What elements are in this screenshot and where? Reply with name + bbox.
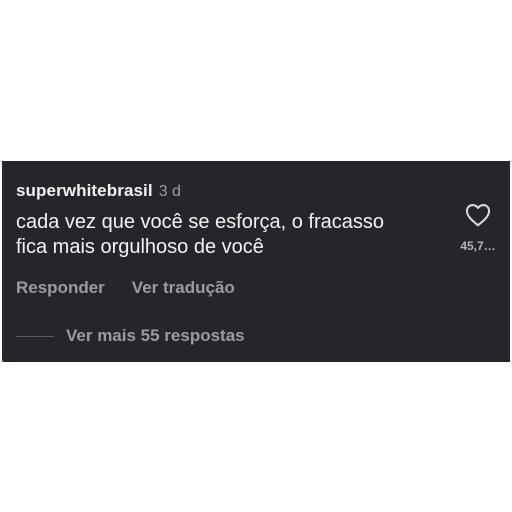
view-more-replies-label: Ver mais 55 respostas <box>66 326 245 345</box>
comment-text-line: cada vez que você se esforça, o fracasso <box>16 211 384 233</box>
like-count: 45,7… <box>460 239 496 253</box>
see-translation-button[interactable]: Ver tradução <box>132 278 235 298</box>
comment-header: superwhitebrasil 3 d <box>16 181 181 201</box>
reply-button[interactable]: Responder <box>16 278 105 298</box>
heart-icon[interactable] <box>465 203 491 227</box>
comment-text: cada vez que você se esforça, o fracasso… <box>16 210 456 260</box>
comment-card: superwhitebrasil 3 d cada vez que você s… <box>2 161 510 362</box>
username[interactable]: superwhitebrasil <box>16 181 153 201</box>
comment-timestamp: 3 d <box>158 183 181 200</box>
like-area: 45,7… <box>454 203 502 253</box>
view-more-replies-button[interactable]: Ver mais 55 respostas <box>16 326 245 346</box>
replies-divider <box>16 335 54 337</box>
comment-text-line: fica mais orgulhoso de você <box>16 236 264 258</box>
comment-actions: Responder Ver tradução <box>16 278 235 298</box>
avatar[interactable] <box>2 357 10 362</box>
